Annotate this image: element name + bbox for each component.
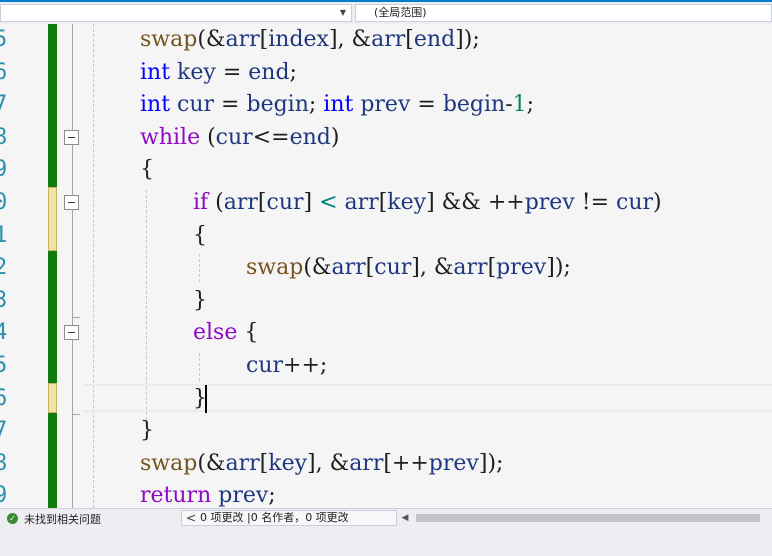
line-number: 4 <box>0 320 8 345</box>
type-dropdown[interactable]: ▼ <box>0 4 352 22</box>
scope-dropdown[interactable]: (全局范围) <box>355 4 772 22</box>
line-number: 5 <box>0 27 8 52</box>
scroll-left-icon[interactable]: ◀ <box>399 510 411 526</box>
line-number: 2 <box>0 255 8 280</box>
line-number: 5 <box>0 353 8 378</box>
unsaved-change-bar <box>48 383 57 413</box>
changes-summary: 0 项更改 |0 名作者，0 项更改 <box>200 511 349 524</box>
horizontal-scrollbar[interactable] <box>416 514 760 522</box>
code-line: swap(&arr[cur], &arr[prev]); <box>246 255 571 280</box>
code-line: { <box>140 157 154 182</box>
collapse-icon[interactable] <box>64 325 79 340</box>
line-number: 9 <box>0 157 8 182</box>
check-circle-icon[interactable]: ✓ <box>7 513 18 524</box>
code-editor[interactable]: 5 6 7 8 9 0 1 2 3 4 5 6 7 8 9 swap(&arr[… <box>0 24 772 508</box>
chevron-down-icon[interactable]: ▼ <box>337 6 349 20</box>
saved-change-bar <box>48 251 57 383</box>
current-line-highlight <box>84 384 772 412</box>
scope-label: (全局范围) <box>374 6 427 19</box>
saved-change-bar <box>48 413 57 508</box>
changes-navigator[interactable]: < 0 项更改 |0 名作者，0 项更改 <box>181 510 397 526</box>
code-line: swap(&arr[index], &arr[end]); <box>140 27 480 52</box>
outline-end-tick <box>72 414 80 415</box>
line-number: 7 <box>0 418 8 443</box>
saved-change-bar <box>48 24 57 187</box>
indent-guide <box>199 353 200 381</box>
line-number: 9 <box>0 483 8 508</box>
line-number: 3 <box>0 288 8 313</box>
code-line: else { <box>193 320 259 345</box>
line-number: 8 <box>0 451 8 476</box>
outline-line <box>72 24 73 508</box>
code-line: return prev; <box>140 483 276 508</box>
indent-guide <box>199 254 200 282</box>
collapse-icon[interactable] <box>64 195 79 210</box>
code-line: } <box>140 418 154 443</box>
line-number: 8 <box>0 125 8 150</box>
unsaved-change-bar <box>48 187 57 251</box>
line-number: 0 <box>0 190 8 215</box>
chevron-left-icon[interactable]: < <box>186 511 196 525</box>
output-panel-strip <box>0 528 772 556</box>
navigation-bar: ▼ (全局范围) <box>0 0 772 24</box>
text-caret <box>205 385 207 413</box>
line-number: 6 <box>0 386 8 411</box>
outline-end-tick <box>72 317 80 318</box>
indent-guide <box>93 24 94 508</box>
code-line: if (arr[cur] < arr[key] && ++prev != cur… <box>193 190 662 215</box>
line-number: 1 <box>0 223 8 248</box>
line-number: 7 <box>0 92 8 117</box>
editor-status-bar: ✓ 未找到相关问题 < 0 项更改 |0 名作者，0 项更改 ◀ <box>0 508 772 528</box>
code-line: int cur = begin; int prev = begin-1; <box>140 92 535 117</box>
collapse-icon[interactable] <box>64 130 79 145</box>
issues-status[interactable]: 未找到相关问题 <box>24 511 101 527</box>
code-line: swap(&arr[key], &arr[++prev]); <box>140 451 504 476</box>
line-number: 6 <box>0 60 8 85</box>
code-line: { <box>193 223 207 248</box>
code-line: cur++; <box>246 353 328 378</box>
code-line: } <box>193 288 207 313</box>
code-line: while (cur<=end) <box>140 125 340 150</box>
code-line: int key = end; <box>140 60 297 85</box>
